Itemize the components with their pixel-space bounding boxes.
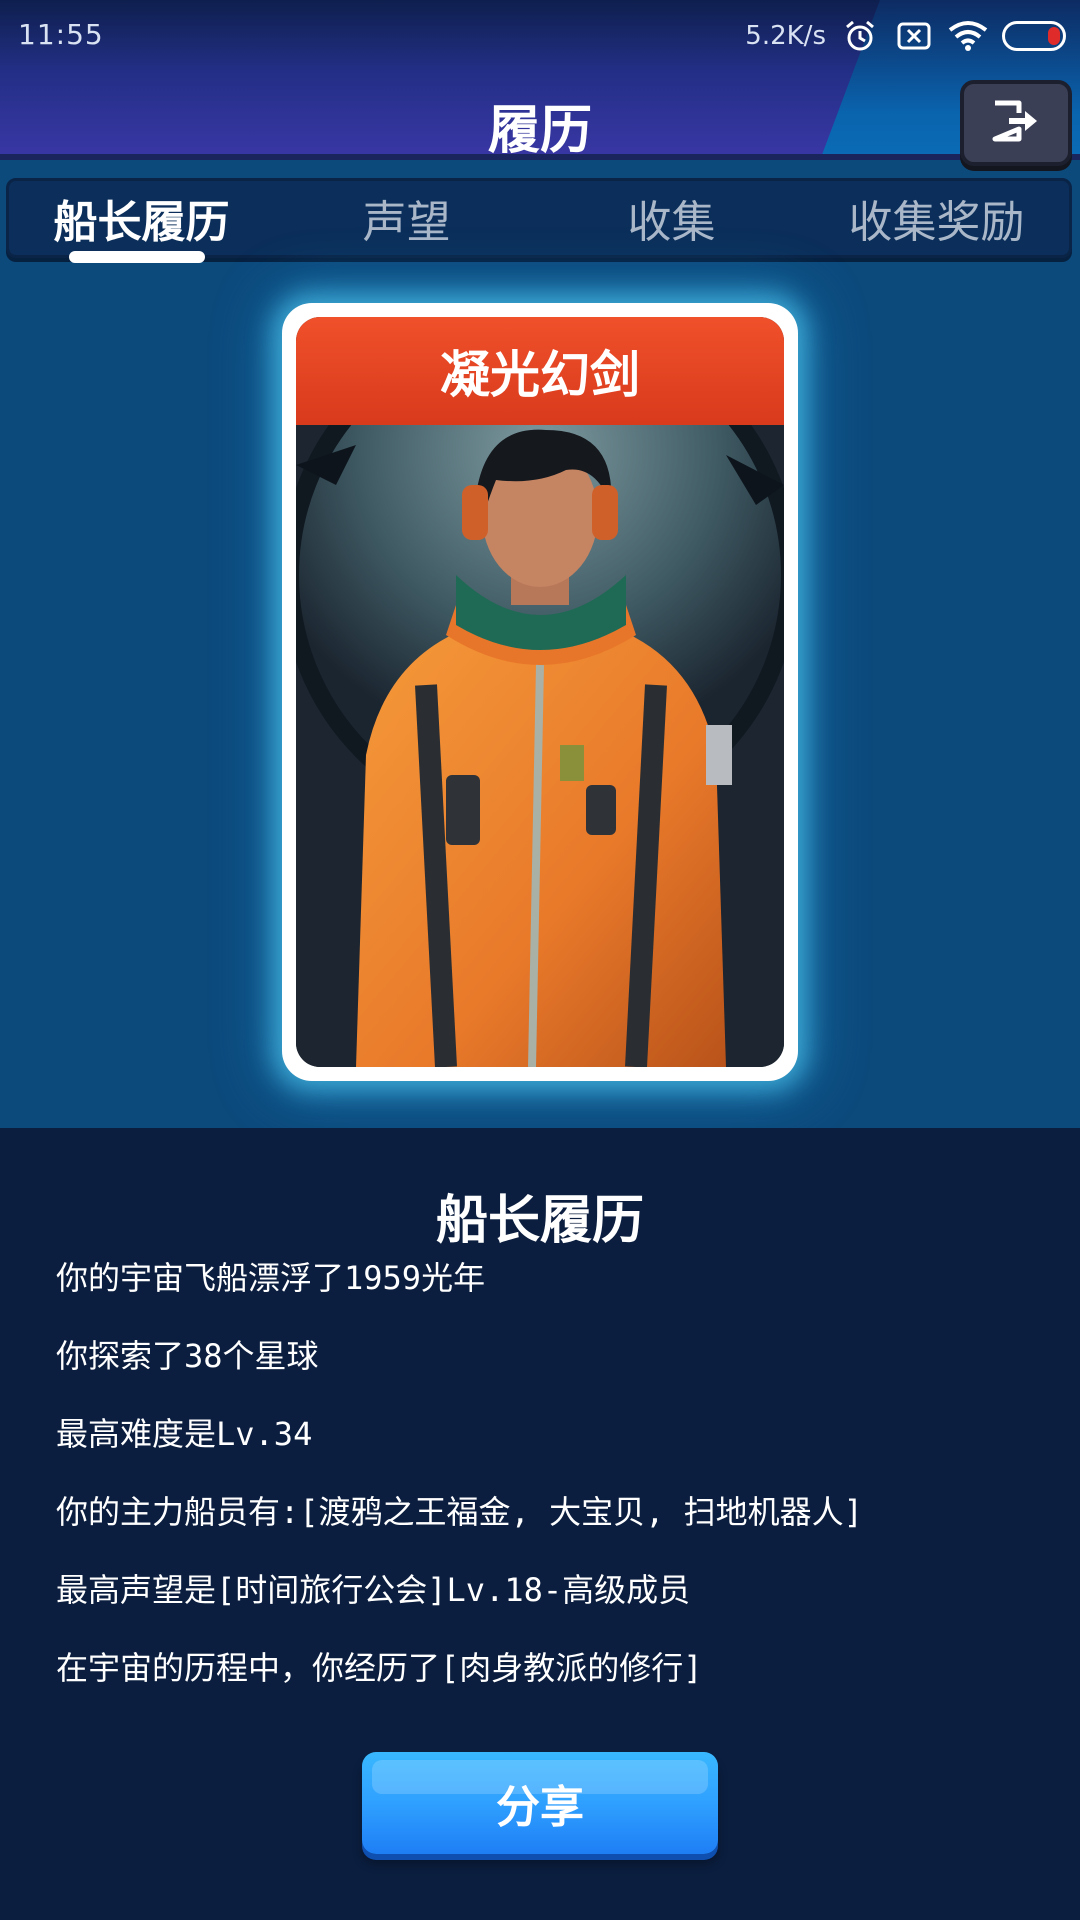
alarm-icon: [840, 18, 880, 54]
captain-portrait-image: [296, 425, 784, 1067]
captain-card: 凝光幻剑: [282, 303, 798, 1081]
status-time: 11:55: [18, 18, 104, 51]
wifi-icon: [948, 18, 988, 54]
resume-line: 在宇宙的历程中，你经历了[肉身教派的修行]: [56, 1649, 703, 1687]
share-button-label: 分享: [496, 1782, 584, 1833]
resume-line: 你的宇宙飞船漂浮了1959光年: [56, 1259, 486, 1297]
page-title: 履历: [487, 101, 592, 161]
share-button[interactable]: 分享: [362, 1752, 718, 1854]
resume-title: 船长履历: [435, 1191, 644, 1251]
resume-line: 最高难度是Lv.34: [56, 1415, 313, 1453]
card-title: 凝光幻剑: [296, 317, 784, 425]
tab-reputation[interactable]: 声望: [274, 181, 539, 255]
net-speed: 5.2K/s: [745, 21, 826, 51]
resume-line: 你探索了38个星球: [56, 1337, 319, 1375]
exit-button[interactable]: [960, 80, 1072, 166]
exit-icon: [989, 97, 1043, 149]
tab-bar: 船长履历 声望 收集 收集奖励: [6, 178, 1072, 263]
card-body: 凝光幻剑: [296, 317, 784, 1067]
resume-lines: 你的宇宙飞船漂浮了1959光年 你探索了38个星球 最高难度是Lv.34 你的主…: [56, 1256, 1036, 1724]
tab-captain-resume[interactable]: 船长履历: [9, 181, 274, 263]
sim-off-icon: [894, 18, 934, 54]
battery-icon: [1002, 21, 1066, 51]
resume-line: 你的主力船员有:[渡鸦之王福金, 大宝贝, 扫地机器人]: [56, 1493, 863, 1531]
status-bar-right: 5.2K/s: [745, 14, 1066, 58]
tab-collection[interactable]: 收集: [539, 181, 804, 255]
resume-line: 最高声望是[时间旅行公会]Lv.18-高级成员: [56, 1571, 691, 1609]
tab-collection-rewards[interactable]: 收集奖励: [804, 181, 1069, 255]
